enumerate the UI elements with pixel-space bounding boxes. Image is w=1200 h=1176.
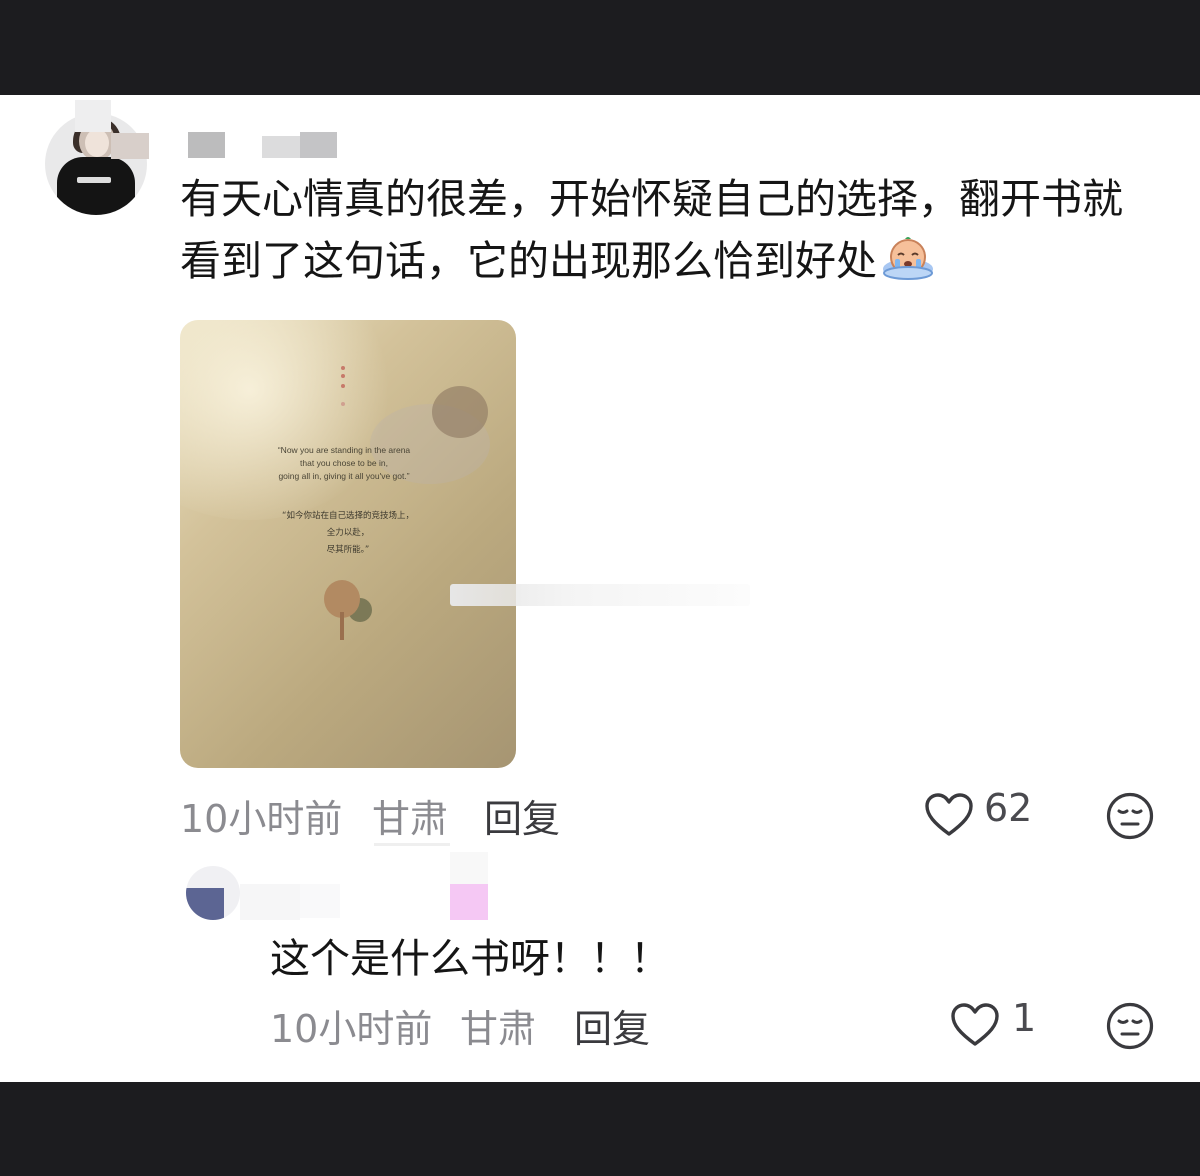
quote-en-line2: that you chose to be in, xyxy=(300,458,388,468)
comment-image[interactable]: “Now you are standing in the arena that … xyxy=(180,320,516,768)
heart-icon[interactable] xyxy=(950,1002,1000,1048)
watermark-redacted xyxy=(450,584,750,606)
reply-like-count: 1 xyxy=(1012,996,1037,1040)
reply-reply-button[interactable]: 回复 xyxy=(574,998,650,1053)
divider xyxy=(374,843,450,846)
dislike-face-icon[interactable] xyxy=(1106,1002,1154,1050)
crying-face-icon xyxy=(883,237,933,280)
reply-time: 10小时前 xyxy=(270,1007,433,1051)
reply-text: 这个是什么书呀！！！ xyxy=(270,936,670,982)
replier-avatar[interactable] xyxy=(186,866,240,920)
quote-zh-line1: “如今你站在自己选择的竞技场上， xyxy=(282,510,414,521)
bottom-bar xyxy=(0,1082,1200,1176)
quote-zh-line2: 全力以赴， xyxy=(327,527,370,538)
dislike-face-icon[interactable] xyxy=(1106,792,1154,840)
quote-en-line1: “Now you are standing in the arena xyxy=(278,445,411,455)
quote-en-line3: going all in, giving it all you've got.” xyxy=(278,471,409,481)
like-count: 62 xyxy=(984,786,1033,830)
top-bar xyxy=(0,0,1200,95)
comment-time: 10小时前 xyxy=(180,797,343,841)
reply-button[interactable]: 回复 xyxy=(484,788,560,843)
comment-text: 有天心情真的很差，开始怀疑自己的选择，翻开书就看到了这句话，它的出现那么恰到好处 xyxy=(180,175,1123,285)
comment-location: 甘肃 xyxy=(372,797,449,841)
heart-icon[interactable] xyxy=(924,792,974,838)
reply-location: 甘肃 xyxy=(460,1007,537,1051)
quote-text-block: “Now you are standing in the arena that … xyxy=(278,445,414,555)
quote-zh-line3: 尽其所能。” xyxy=(327,544,370,555)
